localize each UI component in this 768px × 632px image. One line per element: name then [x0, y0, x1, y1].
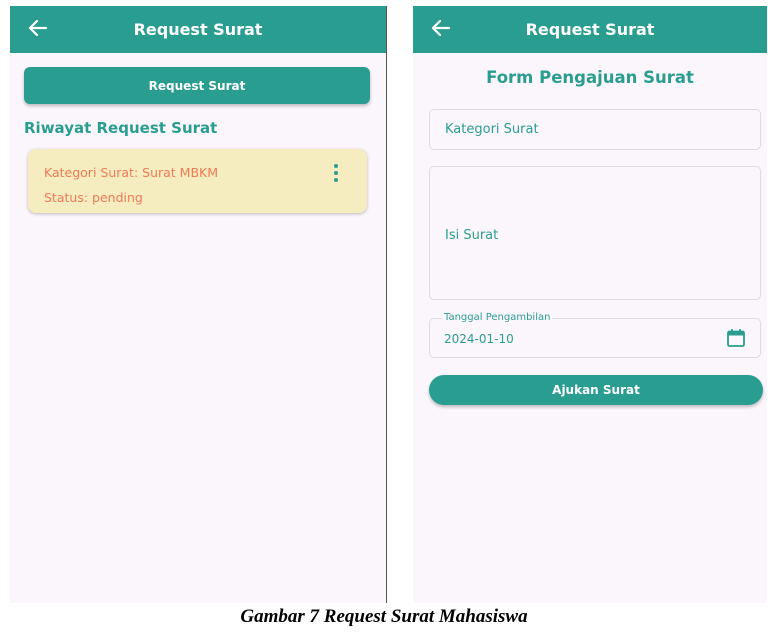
isi-surat-placeholder: Isi Surat [445, 228, 499, 243]
request-surat-button[interactable]: Request Surat [24, 67, 370, 104]
page-title: Request Surat [133, 20, 263, 39]
page-title: Request Surat [525, 20, 655, 39]
figure-caption: Gambar 7 Request Surat Mahasiswa [240, 606, 528, 627]
back-arrow-icon[interactable] [26, 16, 50, 40]
history-section-title: Riwayat Request Surat [24, 119, 218, 137]
request-list-screen: Request Surat Request Surat Riwayat Requ… [10, 6, 387, 603]
kategori-surat-field[interactable]: Kategori Surat [429, 109, 761, 150]
more-vert-icon[interactable] [333, 163, 339, 183]
kategori-surat-placeholder: Kategori Surat [445, 122, 539, 137]
calendar-icon[interactable] [726, 328, 746, 348]
history-item-status: Status: pending [44, 190, 143, 205]
app-bar: Request Surat [413, 6, 767, 53]
isi-surat-field[interactable]: Isi Surat [429, 166, 761, 300]
request-form-screen: Request Surat Form Pengajuan Surat Kateg… [413, 6, 767, 603]
tanggal-pengambilan-field[interactable]: Tanggal Pengambilan 2024-01-10 [429, 312, 761, 358]
tanggal-pengambilan-label: Tanggal Pengambilan [442, 312, 553, 323]
tanggal-pengambilan-value: 2024-01-10 [444, 332, 514, 346]
back-arrow-icon[interactable] [429, 16, 453, 40]
history-item-category: Kategori Surat: Surat MBKM [44, 165, 219, 180]
app-bar: Request Surat [10, 6, 386, 53]
form-title: Form Pengajuan Surat [486, 68, 694, 87]
ajukan-surat-button[interactable]: Ajukan Surat [429, 375, 763, 405]
history-list-item[interactable]: Kategori Surat: Surat MBKM Status: pendi… [28, 149, 367, 213]
